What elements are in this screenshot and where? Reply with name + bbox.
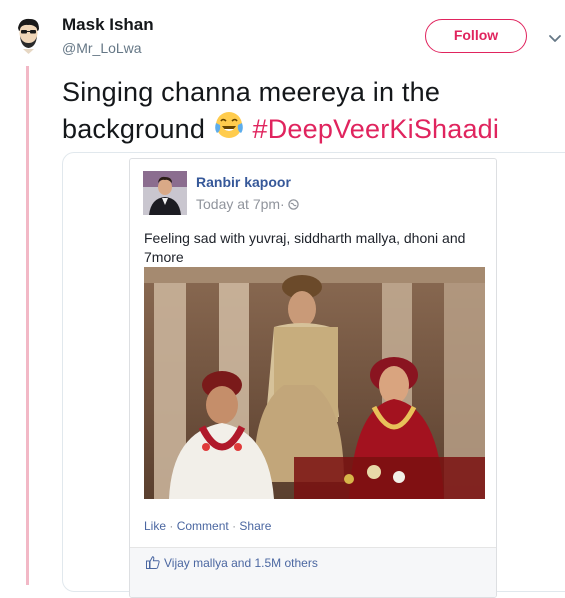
fb-share-link: Share [239,519,272,533]
tears-of-joy-emoji-icon [215,112,243,138]
facebook-post-screenshot: Ranbir kapoor Today at 7pm· Feeling sad … [129,158,497,598]
hashtag-link[interactable]: #DeepVeerKiShaadi [253,114,500,144]
bearded-man-avatar-icon [18,18,39,54]
author-avatar[interactable] [8,14,48,54]
author-handle[interactable]: @Mr_LoLwa [62,40,142,56]
tweet-text-line1: Singing channa meereya in the [62,77,441,107]
globe-icon [287,199,299,210]
fb-status-line2: 7more [144,249,184,265]
fb-status-text: Feeling sad with yuvraj, siddharth mally… [144,229,489,267]
tweet-text: Singing channa meereya in the background… [62,76,552,146]
chevron-down-icon[interactable] [547,30,563,46]
tweet-text-line2: background [62,114,206,144]
fb-action-separator: · [232,519,237,533]
tweet-text-line2-wrap: background #DeepVeerKiShaadi [62,109,552,146]
man-in-suit-avatar-icon [143,171,187,215]
fb-post-time-text: Today at 7pm· [196,196,285,212]
fb-post-time: Today at 7pm· [196,196,299,212]
fb-like-link: Like [144,519,167,533]
fb-status-line1: Feeling sad with yuvraj, siddharth mally… [144,230,466,246]
thread-line [26,66,29,585]
fb-action-separator: · [169,519,174,533]
fb-likes-text: Vijay mallya and 1.5M others [164,556,318,570]
fb-actions: Like · Comment · Share [144,519,271,533]
follow-button[interactable]: Follow [425,19,527,53]
wedding-photo [144,267,485,499]
fb-likes-summary: Vijay mallya and 1.5M others [146,556,318,570]
fb-comment-link: Comment [176,519,229,533]
fb-author-name: Ranbir kapoor [196,174,291,190]
fb-author-avatar [143,171,187,215]
thumbs-up-icon [146,556,160,569]
author-name[interactable]: Mask Ishan [62,15,154,35]
wedding-photo-icon [144,267,485,499]
